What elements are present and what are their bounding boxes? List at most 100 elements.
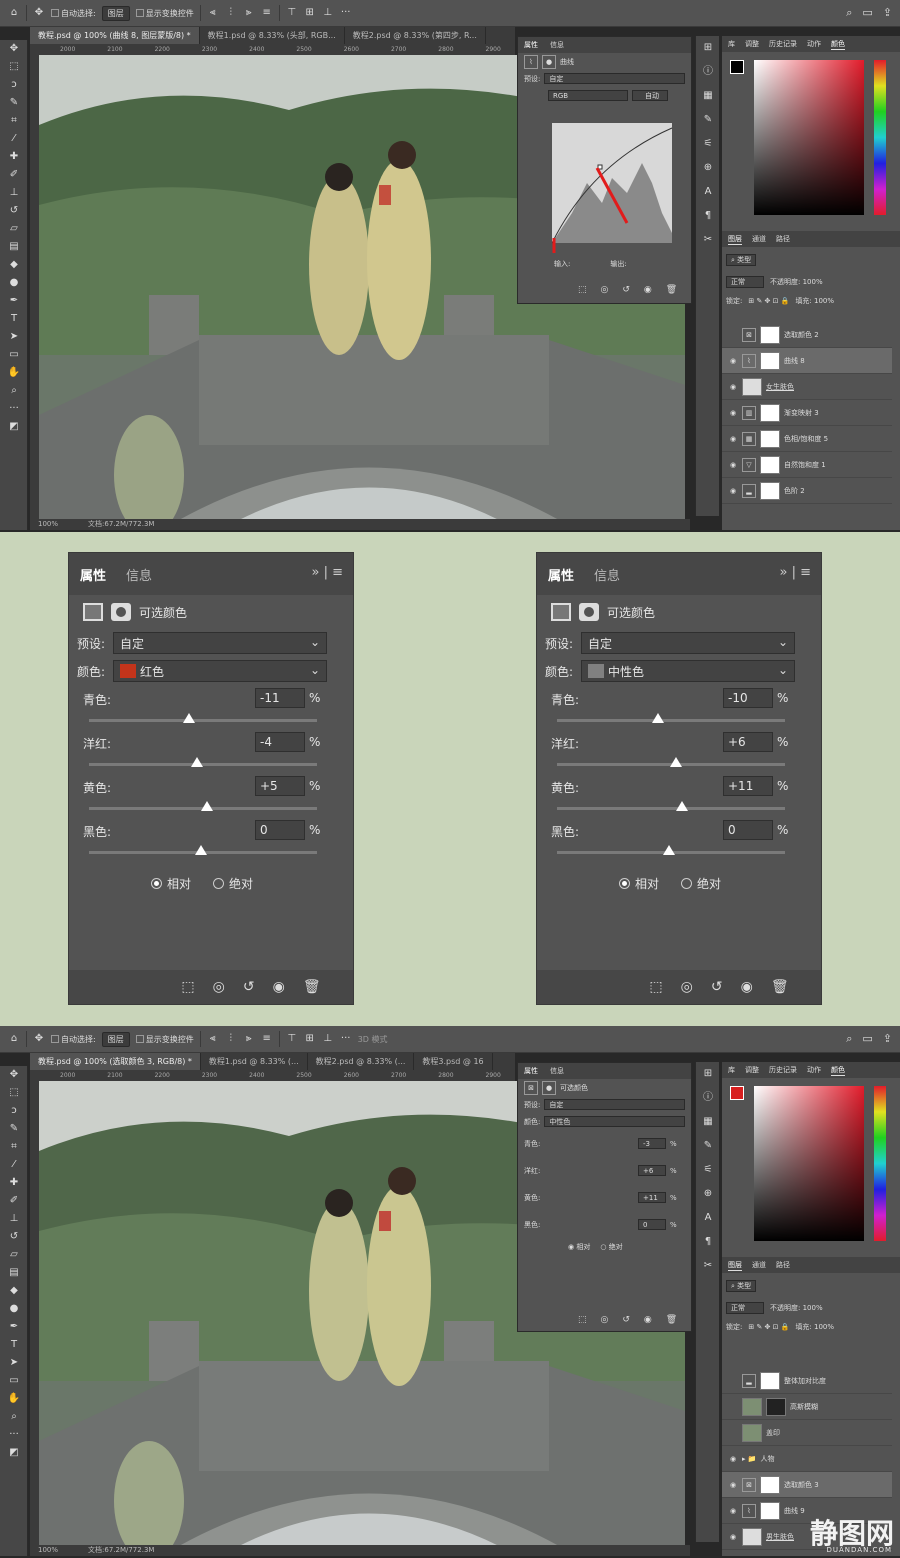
more-icon[interactable]: ··· <box>340 1033 352 1045</box>
fill-field[interactable]: 填充: 100% <box>795 296 834 306</box>
layer-mask-thumb[interactable] <box>760 1501 780 1520</box>
adjustments-icon[interactable]: ⊞ <box>696 36 720 60</box>
grid-icon[interactable]: ▦ <box>696 84 720 108</box>
layer-row[interactable]: ◉ ▦ 色相/饱和度 5 <box>722 426 892 452</box>
view-previous-icon[interactable]: ◎ <box>213 979 225 995</box>
stamp-tool-icon[interactable]: ⊥ <box>0 184 28 202</box>
clone-source-icon[interactable]: ⊕ <box>696 1182 720 1206</box>
align-right-icon[interactable]: ⫸ <box>243 7 255 19</box>
show-transform-checkbox[interactable]: 显示变换控件 <box>135 1034 194 1045</box>
layer-thumb[interactable] <box>742 1527 762 1546</box>
view-previous-icon[interactable]: ◎ <box>601 1315 609 1325</box>
hand-tool-icon[interactable]: ✋ <box>0 364 28 382</box>
curves-graph[interactable] <box>552 123 682 253</box>
layer-mask-thumb[interactable] <box>760 481 780 500</box>
gradient-tool-icon[interactable]: ▤ <box>0 238 28 256</box>
tab-layers[interactable]: 图层 <box>728 1260 742 1271</box>
preset-dropdown[interactable]: 自定 <box>544 1099 685 1110</box>
more-icon[interactable]: ··· <box>340 7 352 19</box>
layer-mask-thumb[interactable] <box>760 455 780 474</box>
tab-channels[interactable]: 通道 <box>752 234 766 244</box>
tab-channels[interactable]: 通道 <box>752 1260 766 1270</box>
mask-icon[interactable]: ● <box>542 1080 556 1095</box>
crop-tool-icon[interactable]: ⌗ <box>0 1138 28 1156</box>
tab-color[interactable]: 颜色 <box>831 39 845 50</box>
tab-properties[interactable]: 属性 <box>80 565 106 584</box>
brush-tool-icon[interactable]: ✐ <box>0 166 28 184</box>
blur-tool-icon[interactable]: ◆ <box>0 256 28 274</box>
layer-mask-thumb[interactable] <box>760 1475 780 1494</box>
slider-thumb[interactable] <box>663 845 675 855</box>
edit-toolbar-icon[interactable]: ··· <box>0 1426 28 1444</box>
align-left-icon[interactable]: ⫷ <box>207 1033 219 1045</box>
slider-value-input[interactable]: 0 <box>255 820 305 840</box>
visibility-icon[interactable]: ◉ <box>728 487 738 495</box>
distribute-icon[interactable]: ≡ <box>261 1033 273 1045</box>
slider-thumb[interactable] <box>670 757 682 767</box>
slider-value-input[interactable]: -4 <box>255 732 305 752</box>
slider-value-input[interactable]: +5 <box>255 776 305 796</box>
move-tool-icon[interactable]: ✥ <box>0 1066 28 1084</box>
view-previous-icon[interactable]: ◎ <box>601 285 609 295</box>
layer-thumb[interactable] <box>742 1423 762 1442</box>
tab-adjustments[interactable]: 调整 <box>745 39 759 49</box>
shape-tool-icon[interactable]: ▭ <box>0 1372 28 1390</box>
align-right-icon[interactable]: ⫸ <box>243 1033 255 1045</box>
delete-icon[interactable]: 🗑 <box>666 1315 677 1325</box>
auto-button[interactable]: 自动 <box>632 90 668 101</box>
tab-actions[interactable]: 动作 <box>807 1065 821 1075</box>
marquee-tool-icon[interactable]: ⬚ <box>0 1084 28 1102</box>
hue-slider[interactable] <box>874 1086 886 1241</box>
slider-thumb[interactable] <box>195 845 207 855</box>
shape-tool-icon[interactable]: ▭ <box>0 346 28 364</box>
grid-icon[interactable]: ▦ <box>696 1110 720 1134</box>
visibility-icon[interactable]: ◉ <box>644 285 652 295</box>
layer-row[interactable]: ▂ 整体加对比度 <box>722 1368 892 1394</box>
lasso-tool-icon[interactable]: ↄ <box>0 1102 28 1120</box>
marquee-tool-icon[interactable]: ⬚ <box>0 58 28 76</box>
preset-dropdown[interactable]: 自定 ⌄ <box>581 632 795 654</box>
search-icon[interactable]: ⌕ <box>846 1032 852 1046</box>
align-center-icon[interactable]: ⫶ <box>225 7 237 19</box>
color-dropdown[interactable]: 中性色 ⌄ <box>581 660 795 682</box>
clip-to-layer-icon[interactable]: ⬚ <box>649 979 662 995</box>
slider-thumb[interactable] <box>676 801 688 811</box>
layer-kind-filter[interactable]: ⌕ 类型 <box>726 254 757 266</box>
sliders-icon[interactable]: ⚟ <box>696 1158 720 1182</box>
visibility-icon[interactable]: ◉ <box>273 979 285 995</box>
tab-history[interactable]: 历史记录 <box>769 1065 797 1075</box>
tab-paths[interactable]: 路径 <box>776 234 790 244</box>
document-tab[interactable]: 教程.psd @ 100% (选取颜色 3, RGB/8) * <box>30 1053 201 1070</box>
absolute-radio[interactable]: ○ 绝对 <box>600 1242 622 1252</box>
healing-brush-icon[interactable]: ✚ <box>0 148 28 166</box>
slider-thumb[interactable] <box>183 713 195 723</box>
visibility-icon[interactable]: ◉ <box>728 1507 738 1515</box>
tab-properties[interactable]: 属性 <box>524 40 538 50</box>
tab-adjustments[interactable]: 调整 <box>745 1065 759 1075</box>
crop-tool-icon[interactable]: ⌗ <box>0 112 28 130</box>
layer-mask-thumb[interactable] <box>766 1397 786 1416</box>
quick-select-icon[interactable]: ✎ <box>0 94 28 112</box>
history-brush-icon[interactable]: ↺ <box>0 202 28 220</box>
blend-mode-dropdown[interactable]: 正常 <box>726 276 764 288</box>
dodge-tool-icon[interactable]: ● <box>0 274 28 292</box>
blend-mode-dropdown[interactable]: 正常 <box>726 1302 764 1314</box>
slider-thumb[interactable] <box>191 757 203 767</box>
tab-libraries[interactable]: 库 <box>728 1065 735 1075</box>
lock-icons[interactable]: ⊞ ✎ ✥ ⊡ 🔒 <box>748 1323 789 1331</box>
eraser-icon[interactable]: ▱ <box>0 220 28 238</box>
visibility-icon[interactable]: ◉ <box>728 1481 738 1489</box>
color-swatch-icon[interactable]: ◩ <box>0 1444 28 1462</box>
document-tab[interactable]: 教程2.psd @ 8.33% (... <box>308 1053 415 1070</box>
clip-to-layer-icon[interactable]: ⬚ <box>181 979 194 995</box>
visibility-icon[interactable]: ◉ <box>728 409 738 417</box>
blur-tool-icon[interactable]: ◆ <box>0 1282 28 1300</box>
color-dropdown[interactable]: 中性色 <box>544 1116 685 1127</box>
tab-properties[interactable]: 属性 <box>524 1066 538 1076</box>
relative-radio[interactable]: 相对 <box>151 875 191 892</box>
clone-source-icon[interactable]: ⊕ <box>696 156 720 180</box>
layer-row[interactable]: ◉ ▂ 色阶 2 <box>722 478 892 504</box>
color-swatch-icon[interactable]: ◩ <box>0 418 28 436</box>
tab-layers[interactable]: 图层 <box>728 234 742 245</box>
absolute-radio[interactable]: 绝对 <box>681 875 721 892</box>
